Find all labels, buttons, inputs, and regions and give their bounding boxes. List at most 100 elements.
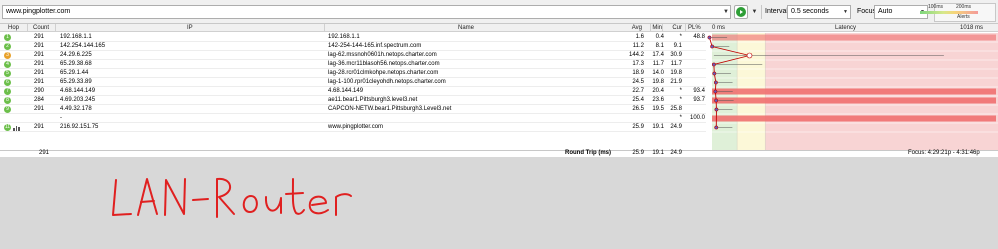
table-row[interactable]: - *: [0, 114, 706, 123]
table-row[interactable]: 11 291 216.92.151.75 www.pingplotter.com 25.…: [0, 123, 706, 132]
avg-cell: 25.9: [632, 124, 644, 130]
table-row[interactable]: 5 291 65.29.1.44 lag-28.rcr01clmkohpe.netop…: [0, 69, 706, 78]
focus-value: Auto: [878, 8, 893, 15]
bar-chart-icon[interactable]: [13, 125, 21, 131]
min-cell: 20.4: [652, 88, 664, 94]
col-ip[interactable]: IP: [187, 24, 193, 32]
latency-max-label: 1018 ms: [960, 25, 984, 31]
cur-cell: 11.7: [670, 61, 682, 67]
avg-cell: 144.2: [628, 52, 644, 58]
ip-cell: 4.69.203.245: [60, 97, 96, 103]
col-latency[interactable]: Latency: [835, 24, 856, 32]
min-cell: 0.4: [655, 34, 664, 40]
cur-cell: 25.8: [670, 106, 682, 112]
avg-latency-marker: [707, 35, 712, 40]
interval-value: 0.5 seconds: [791, 8, 829, 15]
handwritten-annotation: [112, 177, 352, 218]
avg-latency-marker: [713, 89, 718, 94]
avg-cell: 18.9: [632, 70, 644, 76]
chevron-down-icon: ▼: [843, 9, 848, 15]
count-cell: 291: [33, 70, 44, 76]
min-cell: 11.7: [652, 61, 664, 67]
cur-cell: 19.8: [670, 70, 682, 76]
min-cell: 8.1: [655, 43, 664, 49]
col-cur[interactable]: Cur: [668, 24, 682, 32]
hop-status-icon: 8: [4, 97, 11, 104]
hop-status-icon: 3: [4, 52, 11, 59]
count-cell: 291: [33, 124, 44, 130]
start-trace-button[interactable]: [734, 5, 748, 19]
table-row[interactable]: 1 291 192.168.1.1 192.168.1.1 1.6 0.4 *: [0, 33, 706, 42]
hop-status-icon: 11: [4, 124, 11, 131]
ip-cell: 24.29.6.225: [60, 52, 92, 58]
pl-cell: 48.8: [693, 34, 705, 40]
cur-cell: *: [679, 97, 682, 103]
target-value: www.pingplotter.com: [6, 8, 71, 15]
latency-graph[interactable]: [706, 33, 998, 150]
cur-cell: 30.9: [670, 52, 682, 58]
count-cell: 284: [33, 97, 44, 103]
summary-row: 291 Round Trip (ms) 25.9 19.1 24.9 Focus…: [0, 150, 998, 157]
name-cell: lag-28.rcr01clmkohpe.netops.charter.com: [328, 70, 439, 76]
cur-cell: *: [679, 34, 682, 40]
table-row[interactable]: 9 291 4.49.32.178 CAPCON-NETW.bear1.Pittsbu…: [0, 105, 706, 114]
scale-200-label: 200ms: [956, 4, 972, 10]
interval-select[interactable]: 0.5 seconds ▼: [787, 5, 851, 19]
cur-cell: 9.1: [673, 43, 682, 49]
hop-status-icon: 7: [4, 88, 11, 95]
cur-cell: 24.9: [670, 124, 682, 130]
name-cell: CAPCON-NETW.bear1.Pittsburgh3.Level3.net: [328, 106, 452, 112]
latency-scale-bar: [920, 11, 978, 14]
table-row[interactable]: 8 284 4.69.203.245 ae11.bear1.Pittsburgh3.l…: [0, 96, 706, 105]
latency-zero-label: 0 ms: [712, 25, 726, 31]
table-row[interactable]: 2 291 142.254.144.165 142-254-144-165.inf.s…: [0, 42, 706, 51]
table-row[interactable]: 4 291 65.29.38.68 lag-36.mcr11blasoh56.neto…: [0, 60, 706, 69]
name-cell: ae11.bear1.Pittsburgh3.level3.net: [328, 97, 418, 103]
count-cell: 290: [33, 88, 44, 94]
avg-cell: 11.2: [632, 43, 644, 49]
hop-status-icon: 4: [4, 61, 11, 68]
name-cell: 192.168.1.1: [328, 34, 360, 40]
hop-status-icon: 2: [4, 43, 11, 50]
table-row[interactable]: 3 291 24.29.6.225 lag-62.mssnoh0601h.netops…: [0, 51, 706, 60]
scale-100-label: 100ms: [928, 4, 944, 10]
cur-cell: *: [679, 88, 682, 94]
count-cell: 291: [33, 61, 44, 67]
summary-label: Round Trip (ms): [565, 150, 611, 156]
grid-header: Hop Count IP Name Avg Min Cur PL% 0 ms L…: [0, 24, 998, 32]
pl-cell: [683, 105, 705, 114]
start-dropdown-icon[interactable]: ▼: [750, 5, 759, 19]
summary-cur: 24.9: [670, 150, 682, 156]
name-cell: lag-36.mcr11blasoh56.netops.charter.com: [328, 61, 440, 67]
col-name[interactable]: Name: [458, 24, 474, 32]
col-hop[interactable]: Hop: [8, 24, 19, 32]
col-min[interactable]: Min: [648, 24, 662, 32]
table-row[interactable]: 7 290 4.68.144.149 4.68.144.149 22.7 20.4 *: [0, 87, 706, 96]
hop-status-icon: 1: [4, 34, 11, 41]
cur-cell: 21.9: [670, 79, 682, 85]
avg-latency-marker: [712, 71, 717, 76]
min-cell: 19.5: [652, 106, 664, 112]
target-input[interactable]: www.pingplotter.com: [2, 5, 731, 19]
ip-cell: 216.92.151.75: [60, 124, 99, 130]
avg-cell: 26.5: [632, 106, 644, 112]
table-row[interactable]: 6 291 65.29.33.89 lag-1-100.rpr01cleyohdh.n…: [0, 78, 706, 87]
target-dropdown-icon[interactable]: ▼: [722, 5, 730, 19]
min-cell: 14.0: [652, 70, 664, 76]
avg-latency-marker: [711, 62, 716, 67]
pl-cell: [683, 123, 705, 132]
col-count[interactable]: Count: [33, 24, 49, 32]
hop-status-icon: 5: [4, 70, 11, 77]
avg-cell: 1.6: [635, 34, 644, 40]
col-pl[interactable]: PL%: [688, 24, 703, 32]
summary-avg: 25.9: [632, 150, 644, 156]
packet-loss-bar: [712, 115, 996, 122]
pl-cell: [683, 60, 705, 69]
count-cell: 291: [33, 43, 44, 49]
avg-latency-marker: [714, 107, 719, 112]
pl-cell: 93.7: [693, 97, 705, 103]
summary-min: 19.1: [652, 150, 664, 156]
col-avg[interactable]: Avg: [630, 24, 642, 32]
pl-cell: [683, 78, 705, 87]
min-cell: 19.1: [652, 124, 664, 130]
